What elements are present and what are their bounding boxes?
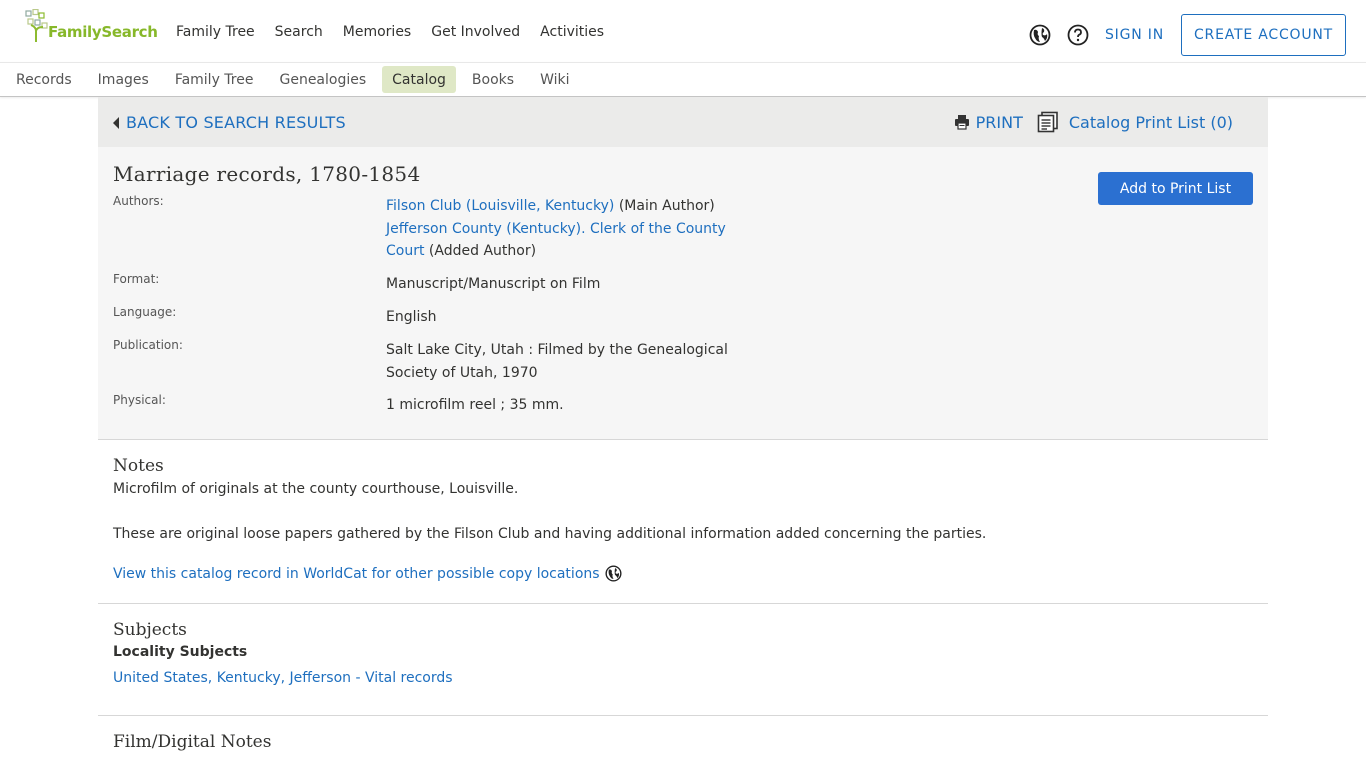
subnav-books[interactable]: Books xyxy=(462,66,524,93)
subjects-heading: Subjects xyxy=(113,620,187,640)
add-to-print-list-button[interactable]: Add to Print List xyxy=(1098,172,1253,205)
subnav-catalog[interactable]: Catalog xyxy=(382,66,456,93)
nav-activities[interactable]: Activities xyxy=(540,24,604,40)
locality-subjects-heading: Locality Subjects xyxy=(113,644,248,660)
nav-memories[interactable]: Memories xyxy=(343,24,411,40)
subject-link: United States, Kentucky, Jefferson - Vit… xyxy=(113,670,453,686)
catalog-print-list-link[interactable]: Catalog Print List (0) xyxy=(1037,111,1233,133)
help-icon[interactable] xyxy=(1067,24,1089,46)
authors-value: Filson Club (Louisville, Kentucky) (Main… xyxy=(386,195,746,263)
physical-label: Physical: xyxy=(113,393,166,407)
publication-value: Salt Lake City, Utah : Filmed by the Gen… xyxy=(386,339,746,384)
worldcat-link[interactable]: View this catalog record in WorldCat for… xyxy=(113,566,600,582)
top-header: FamilySearch Family Tree Search Memories… xyxy=(0,0,1366,62)
format-value: Manuscript/Manuscript on Film xyxy=(386,276,601,292)
publication-line2: Society of Utah, 1970 xyxy=(386,364,538,381)
author-role-main: (Main Author) xyxy=(618,198,715,214)
author-role-added: (Added Author) xyxy=(428,243,537,259)
author2-link-line2: Court xyxy=(386,243,425,259)
nav-search[interactable]: Search xyxy=(275,24,323,40)
author-link-filson-club[interactable]: Filson Club (Louisville, Kentucky) xyxy=(386,198,614,214)
familysearch-logo[interactable]: FamilySearch xyxy=(24,8,158,44)
create-account-button[interactable]: CREATE ACCOUNT xyxy=(1181,14,1346,56)
notes-line1: Microfilm of originals at the county cou… xyxy=(113,481,519,497)
print-list-icon xyxy=(1037,111,1058,133)
main-nav: Family Tree Search Memories Get Involved… xyxy=(176,24,624,40)
publication-line1: Salt Lake City, Utah : Filmed by the Gen… xyxy=(386,342,728,358)
search-subnav: Records Images Family Tree Genealogies C… xyxy=(0,62,1366,97)
nav-family-tree[interactable]: Family Tree xyxy=(176,24,255,40)
globe-icon[interactable] xyxy=(1029,24,1051,46)
divider xyxy=(98,603,1268,604)
results-toolbar: BACK TO SEARCH RESULTS PRINT Catalog Pri… xyxy=(98,97,1268,147)
author2-link-line1: Jefferson County (Kentucky). Clerk of th… xyxy=(386,220,726,237)
nav-get-involved[interactable]: Get Involved xyxy=(431,24,520,40)
back-to-results-link[interactable]: BACK TO SEARCH RESULTS xyxy=(113,113,346,132)
record-details: Marriage records, 1780-1854 Add to Print… xyxy=(98,147,1268,440)
record-title: Marriage records, 1780-1854 xyxy=(113,162,421,186)
logo-text: FamilySearch xyxy=(48,23,158,41)
notes-line2: These are original loose papers gathered… xyxy=(113,526,987,542)
notes-heading: Notes xyxy=(113,456,164,476)
physical-value: 1 microfilm reel ; 35 mm. xyxy=(386,397,564,413)
divider xyxy=(98,715,1268,716)
printer-icon xyxy=(954,115,969,130)
subnav-wiki[interactable]: Wiki xyxy=(530,66,579,93)
caret-left-icon xyxy=(113,116,119,129)
subnav-images[interactable]: Images xyxy=(88,66,159,93)
globe-icon xyxy=(605,565,622,582)
language-label: Language: xyxy=(113,305,177,319)
header-actions: SIGN IN CREATE ACCOUNT xyxy=(1029,14,1346,56)
print-actions: PRINT Catalog Print List (0) xyxy=(954,111,1233,133)
locality-subject-link[interactable]: United States, Kentucky, Jefferson - Vit… xyxy=(113,670,453,686)
authors-label: Authors: xyxy=(113,194,164,208)
subnav-records[interactable]: Records xyxy=(6,66,82,93)
back-to-results-label: BACK TO SEARCH RESULTS xyxy=(126,113,346,132)
film-digital-notes-heading: Film/Digital Notes xyxy=(113,732,272,752)
sign-in-link[interactable]: SIGN IN xyxy=(1105,27,1164,43)
tree-logo-icon xyxy=(25,9,48,42)
subnav-genealogies[interactable]: Genealogies xyxy=(269,66,376,93)
language-value: English xyxy=(386,309,437,325)
print-label: PRINT xyxy=(975,112,1023,132)
format-label: Format: xyxy=(113,272,160,286)
publication-label: Publication: xyxy=(113,338,183,352)
subnav-family-tree[interactable]: Family Tree xyxy=(165,66,264,93)
catalog-print-list-label: Catalog Print List (0) xyxy=(1068,112,1233,132)
worldcat-row: View this catalog record in WorldCat for… xyxy=(113,565,622,582)
print-link[interactable]: PRINT xyxy=(954,113,1023,132)
